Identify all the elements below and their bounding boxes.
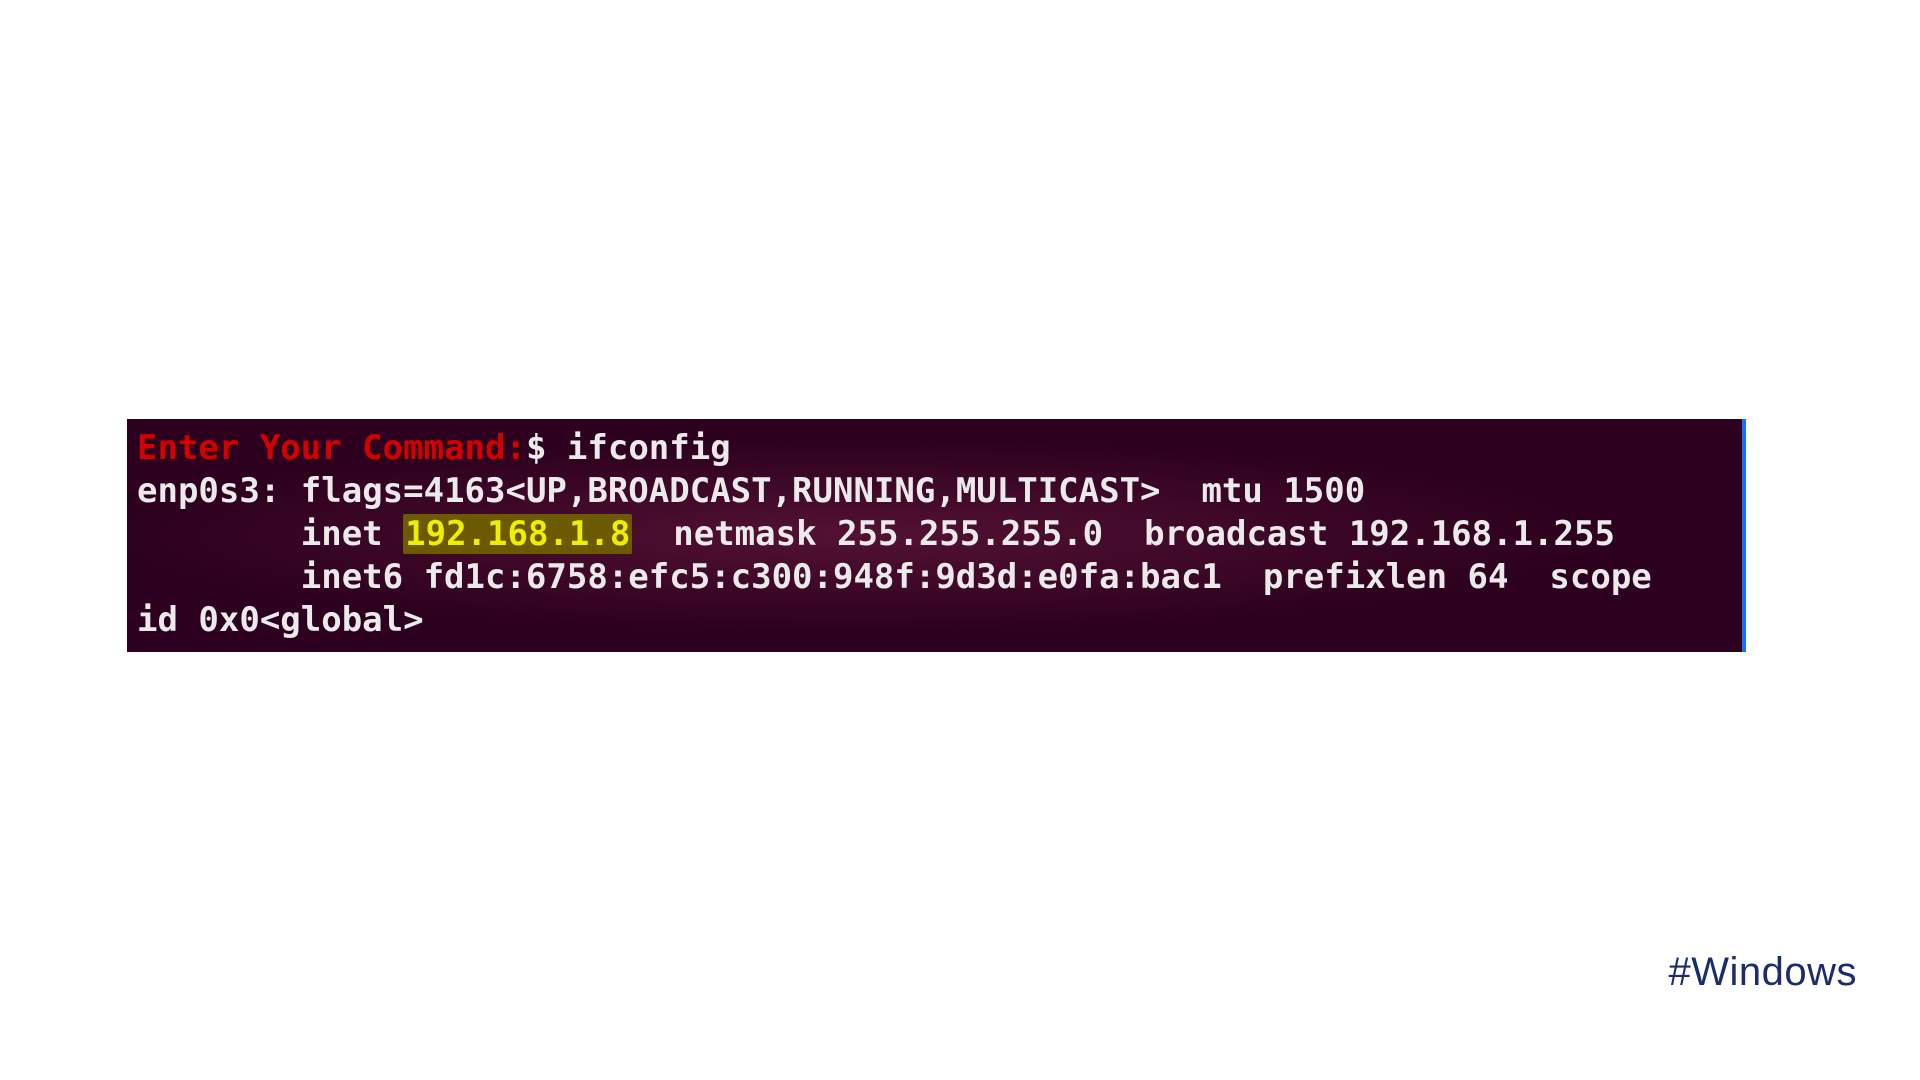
iface-flags: flags=4163<UP,BROADCAST,RUNNING,MULTICAS… [301,471,1365,511]
iface-name: enp0s3: [137,471,280,511]
broadcast-label: broadcast [1144,514,1328,554]
netmask-value: 255.255.255.0 [837,514,1103,554]
netmask-label: netmask [673,514,816,554]
inet6-line: inet6 fd1c:6758:efc5:c300:948f:9d3d:e0fa… [301,557,1652,597]
prompt-symbol: $ [526,428,546,468]
ip-address-highlight: 192.168.1.8 [403,514,632,554]
broadcast-value: 192.168.1.255 [1349,514,1615,554]
scopeid-line: id 0x0<global> [137,600,424,640]
terminal-output: Enter Your Command:$ ifconfig enp0s3: fl… [137,427,1732,642]
terminal-window: Enter Your Command:$ ifconfig enp0s3: fl… [127,419,1746,652]
prompt-label: Enter Your Command: [137,428,526,468]
output-indent [137,557,301,597]
output-indent [137,514,301,554]
command-text: ifconfig [567,428,731,468]
hashtag-label: #Windows [1668,950,1857,995]
inet-label: inet [301,514,383,554]
